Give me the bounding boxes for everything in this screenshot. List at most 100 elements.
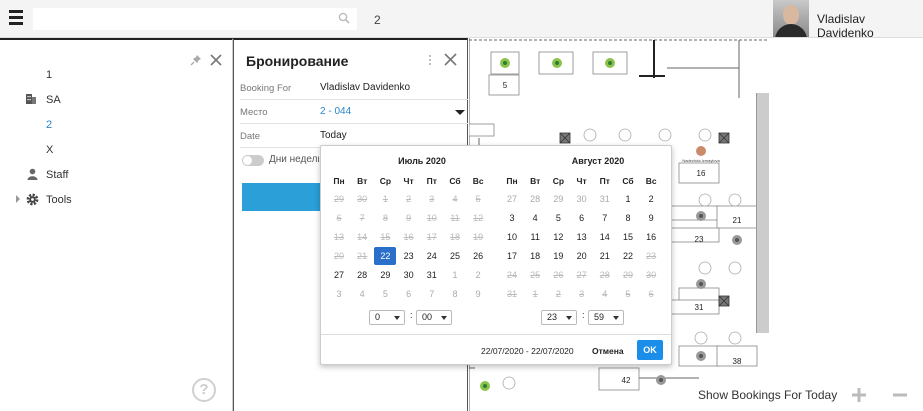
start-minute-select[interactable]: 00 — [416, 310, 452, 325]
calendar-day[interactable]: 24 — [421, 247, 443, 265]
calendar-day[interactable]: 3 — [328, 285, 350, 303]
show-bookings-link[interactable]: Show Bookings For Today — [698, 388, 838, 402]
weekdays-toggle-label: Дни недели — [269, 154, 319, 165]
calendar-day[interactable]: 4 — [351, 285, 373, 303]
calendar-day: 16 — [403, 232, 414, 242]
calendar-day[interactable]: 15 — [617, 228, 639, 246]
calendar-day[interactable]: 22 — [617, 247, 639, 265]
help-icon[interactable]: ? — [192, 378, 216, 402]
chevron-right-icon[interactable] — [15, 195, 21, 203]
calendar-day[interactable]: 14 — [594, 228, 616, 246]
calendar-day[interactable]: 1 — [617, 190, 639, 208]
booking-for-row: Booking For Vladislav Davidenko — [240, 76, 468, 100]
weekdays-toggle[interactable] — [242, 155, 264, 166]
calendar-day[interactable]: 30 — [398, 266, 420, 284]
calendar-day[interactable]: 29 — [547, 190, 569, 208]
calendar-day[interactable]: 9 — [467, 285, 489, 303]
time-separator: : — [582, 310, 585, 320]
calendar-day[interactable]: 4 — [524, 209, 546, 227]
calendar-day: 4 — [602, 289, 608, 299]
calendar-day: 3 — [429, 194, 435, 204]
calendar-day[interactable]: 9 — [640, 209, 662, 227]
search-input[interactable] — [33, 8, 357, 30]
sidebar-item-2[interactable]: 2 — [46, 119, 52, 131]
calendar-day[interactable]: 26 — [467, 247, 489, 265]
calendar-day[interactable]: 28 — [524, 190, 546, 208]
calendar-day[interactable]: 25 — [444, 247, 466, 265]
date-field[interactable]: Today — [320, 130, 347, 141]
zoom-in-icon[interactable] — [852, 388, 866, 402]
calendar-day: 20 — [333, 251, 344, 261]
desk-label: 23 — [695, 235, 704, 244]
weekday-header: Пт — [426, 176, 437, 186]
sidebar-item-sa[interactable]: SA — [46, 94, 61, 106]
calendar-day[interactable]: 13 — [571, 228, 593, 246]
calendar-day: 18 — [449, 232, 460, 242]
sidebar-item-x[interactable]: X — [46, 144, 53, 156]
time-separator: : — [410, 310, 413, 320]
search-icon[interactable] — [338, 12, 350, 24]
calendar-day: 26 — [553, 270, 564, 280]
person-label: Nadezhda Izmaylova — [682, 158, 720, 163]
calendar-day[interactable]: 16 — [640, 228, 662, 246]
avatar[interactable] — [773, 0, 809, 37]
calendar-day[interactable]: 8 — [617, 209, 639, 227]
calendar-day: 5 — [475, 194, 481, 204]
calendar-day[interactable]: 1 — [444, 266, 466, 284]
place-select[interactable]: 2 - 044 — [320, 106, 351, 117]
calendar-day[interactable]: 17 — [501, 247, 523, 265]
calendar-day[interactable]: 11 — [524, 228, 546, 246]
zoom-out-icon[interactable] — [893, 388, 907, 402]
calendar-day[interactable]: 12 — [547, 228, 569, 246]
booking-for-value[interactable]: Vladislav Davidenko — [320, 82, 410, 93]
weekday-header: Пн — [506, 176, 518, 186]
calendar-day[interactable]: 5 — [547, 209, 569, 227]
calendar-day[interactable]: 21 — [594, 247, 616, 265]
sidebar-item-1[interactable]: 1 — [46, 69, 52, 81]
calendar-day[interactable]: 28 — [351, 266, 373, 284]
calendar-day[interactable]: 2 — [467, 266, 489, 284]
desk-label: 31 — [695, 303, 704, 312]
calendar-day-selected[interactable]: 22 — [374, 247, 397, 265]
calendar-day[interactable]: 10 — [501, 228, 523, 246]
menu-icon[interactable] — [9, 10, 23, 26]
weekday-header: Сб — [449, 176, 461, 186]
end-hour-select[interactable]: 23 — [541, 310, 577, 325]
calendar-day[interactable]: 30 — [571, 190, 593, 208]
calendar-day[interactable]: 31 — [421, 266, 443, 284]
calendar-day[interactable]: 7 — [594, 209, 616, 227]
calendar-day[interactable]: 7 — [421, 285, 443, 303]
calendar-day[interactable]: 8 — [444, 285, 466, 303]
calendar-day: 30 — [646, 270, 657, 280]
start-hour-select[interactable]: 0 — [369, 310, 405, 325]
end-minute-select[interactable]: 59 — [588, 310, 624, 325]
calendar-day[interactable]: 20 — [571, 247, 593, 265]
calendar-day[interactable]: 6 — [571, 209, 593, 227]
picker-footer: 22/07/2020 - 22/07/2020 Отмена OK — [321, 334, 671, 365]
calendar-day[interactable]: 23 — [398, 247, 420, 265]
field-label: Booking For — [240, 83, 292, 94]
chevron-down-icon[interactable] — [455, 110, 465, 115]
calendar-day[interactable]: 27 — [328, 266, 350, 284]
sidebar-item-staff[interactable]: Staff — [46, 169, 68, 181]
calendar-day[interactable]: 6 — [398, 285, 420, 303]
weekday-header: Ср — [379, 176, 392, 186]
calendar-day[interactable]: 29 — [374, 266, 396, 284]
place-row: Место 2 - 044 — [240, 100, 468, 124]
calendar-day[interactable]: 5 — [374, 285, 396, 303]
user-name[interactable]: Vladislav Davidenko — [817, 12, 923, 40]
ok-button[interactable]: OK — [637, 340, 663, 360]
calendar-day[interactable]: 31 — [594, 190, 616, 208]
close-icon[interactable] — [210, 54, 222, 66]
calendar-day[interactable]: 2 — [640, 190, 662, 208]
close-icon[interactable] — [444, 53, 457, 66]
more-icon[interactable] — [428, 54, 432, 66]
calendar-day[interactable]: 18 — [524, 247, 546, 265]
cancel-button[interactable]: Отмена — [592, 346, 624, 356]
calendar-day[interactable]: 19 — [547, 247, 569, 265]
field-label: Date — [240, 131, 261, 142]
calendar-day[interactable]: 3 — [501, 209, 523, 227]
sidebar-item-tools[interactable]: Tools — [46, 194, 72, 206]
pin-icon[interactable] — [190, 54, 202, 66]
calendar-day[interactable]: 27 — [501, 190, 523, 208]
